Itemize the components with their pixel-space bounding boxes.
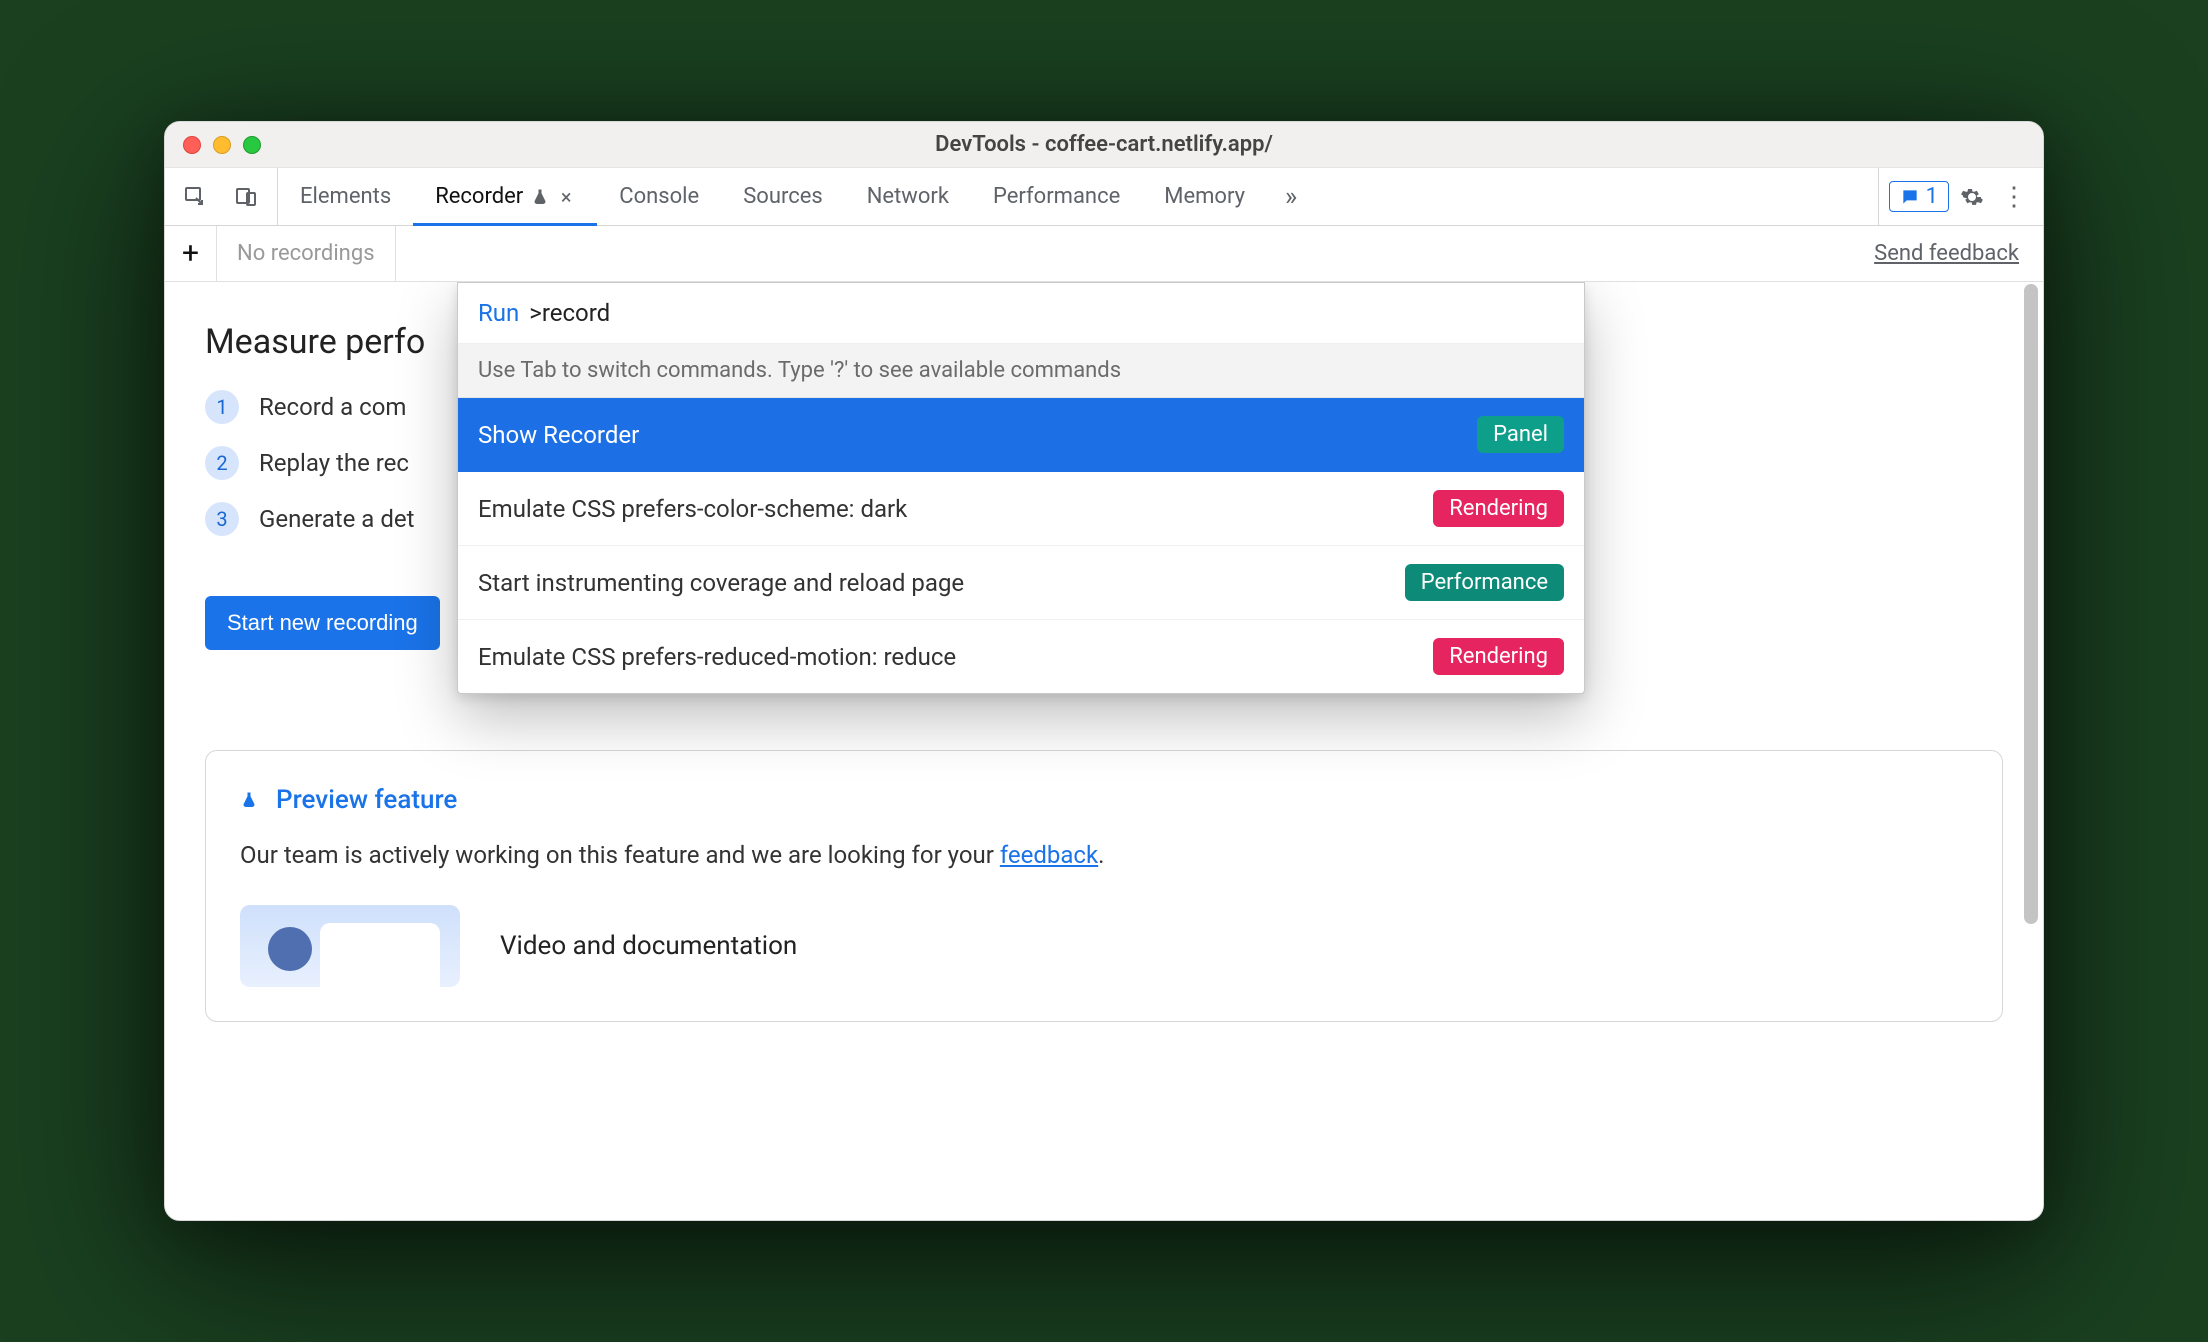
new-recording-button[interactable]: + <box>165 226 217 281</box>
close-window-button[interactable] <box>183 136 201 154</box>
feedback-link[interactable]: feedback <box>1000 841 1098 869</box>
command-item-badge: Rendering <box>1433 638 1564 675</box>
flask-icon <box>531 188 549 206</box>
command-item-label: Emulate CSS prefers-color-scheme: dark <box>478 495 907 523</box>
tab-console[interactable]: Console <box>597 168 721 225</box>
command-run-label: Run <box>478 299 519 327</box>
media-title: Video and documentation <box>500 931 797 961</box>
media-row: Video and documentation <box>240 905 1968 987</box>
panel-tabs: Elements Recorder × Console Sources Netw… <box>278 168 1878 225</box>
preview-feature-card: Preview feature Our team is actively wor… <box>205 750 2003 1022</box>
tab-label: Performance <box>993 184 1120 209</box>
command-item-coverage[interactable]: Start instrumenting coverage and reload … <box>458 546 1584 620</box>
video-thumbnail[interactable] <box>240 905 460 987</box>
command-item-badge: Performance <box>1405 564 1564 601</box>
messages-count: 1 <box>1926 184 1938 209</box>
messages-button[interactable]: 1 <box>1889 181 1949 212</box>
scrollbar-thumb[interactable] <box>2024 284 2038 924</box>
command-item-emulate-dark[interactable]: Emulate CSS prefers-color-scheme: dark R… <box>458 472 1584 546</box>
command-menu: Run >record Use Tab to switch commands. … <box>457 282 1585 694</box>
kebab-menu-icon[interactable]: ⋮ <box>1995 178 2033 216</box>
tab-label: Recorder <box>435 184 523 209</box>
tab-label: Sources <box>743 184 823 209</box>
send-feedback-link[interactable]: Send feedback <box>1850 241 2043 266</box>
step-text: Replay the rec <box>259 449 409 477</box>
step-number: 3 <box>205 502 239 536</box>
command-item-badge: Rendering <box>1433 490 1564 527</box>
minimize-window-button[interactable] <box>213 136 231 154</box>
window-title: DevTools - coffee-cart.netlify.app/ <box>165 132 2043 157</box>
tab-label: Console <box>619 184 699 209</box>
app-window: DevTools - coffee-cart.netlify.app/ Elem… <box>164 121 2044 1221</box>
devtools-toolbar: Elements Recorder × Console Sources Netw… <box>165 168 2043 226</box>
settings-icon[interactable] <box>1953 178 1991 216</box>
tab-label: Elements <box>300 184 391 209</box>
tab-label: Network <box>867 184 949 209</box>
tab-memory[interactable]: Memory <box>1142 168 1267 225</box>
tab-sources[interactable]: Sources <box>721 168 845 225</box>
window-shadow: DevTools - coffee-cart.netlify.app/ Elem… <box>164 121 2044 1221</box>
overflow-tabs-button[interactable]: » <box>1267 168 1315 225</box>
panel-content: Measure perfo 1 Record a com 2 Replay th… <box>165 282 2043 1220</box>
command-input-row[interactable]: Run >record <box>458 283 1584 344</box>
step-text: Record a com <box>259 393 406 421</box>
tab-elements[interactable]: Elements <box>278 168 413 225</box>
titlebar: DevTools - coffee-cart.netlify.app/ <box>165 122 2043 168</box>
tab-recorder[interactable]: Recorder × <box>413 168 597 225</box>
tab-network[interactable]: Network <box>845 168 971 225</box>
tab-performance[interactable]: Performance <box>971 168 1142 225</box>
command-item-show-recorder[interactable]: Show Recorder Panel <box>458 398 1584 472</box>
zoom-window-button[interactable] <box>243 136 261 154</box>
recorder-subtoolbar: + No recordings Send feedback <box>165 226 2043 282</box>
device-toolbar-icon[interactable] <box>225 168 267 225</box>
scrollbar[interactable] <box>2021 284 2041 1218</box>
recording-selector[interactable]: No recordings <box>217 226 396 281</box>
preview-text: Our team is actively working on this fea… <box>240 841 1968 869</box>
start-recording-button[interactable]: Start new recording <box>205 596 440 650</box>
command-item-label: Emulate CSS prefers-reduced-motion: redu… <box>478 643 956 671</box>
preview-title: Preview feature <box>276 785 457 815</box>
inspect-element-icon[interactable] <box>175 168 217 225</box>
step-number: 2 <box>205 446 239 480</box>
close-tab-icon[interactable]: × <box>557 188 575 206</box>
command-item-label: Start instrumenting coverage and reload … <box>478 569 964 597</box>
command-item-label: Show Recorder <box>478 421 639 449</box>
step-number: 1 <box>205 390 239 424</box>
command-item-badge: Panel <box>1477 416 1564 453</box>
flask-icon <box>240 791 258 809</box>
step-text: Generate a det <box>259 505 414 533</box>
tab-label: Memory <box>1164 184 1245 209</box>
command-item-reduced-motion[interactable]: Emulate CSS prefers-reduced-motion: redu… <box>458 620 1584 693</box>
command-input-text: >record <box>529 299 610 327</box>
window-controls <box>165 136 261 154</box>
command-hint: Use Tab to switch commands. Type '?' to … <box>458 344 1584 398</box>
